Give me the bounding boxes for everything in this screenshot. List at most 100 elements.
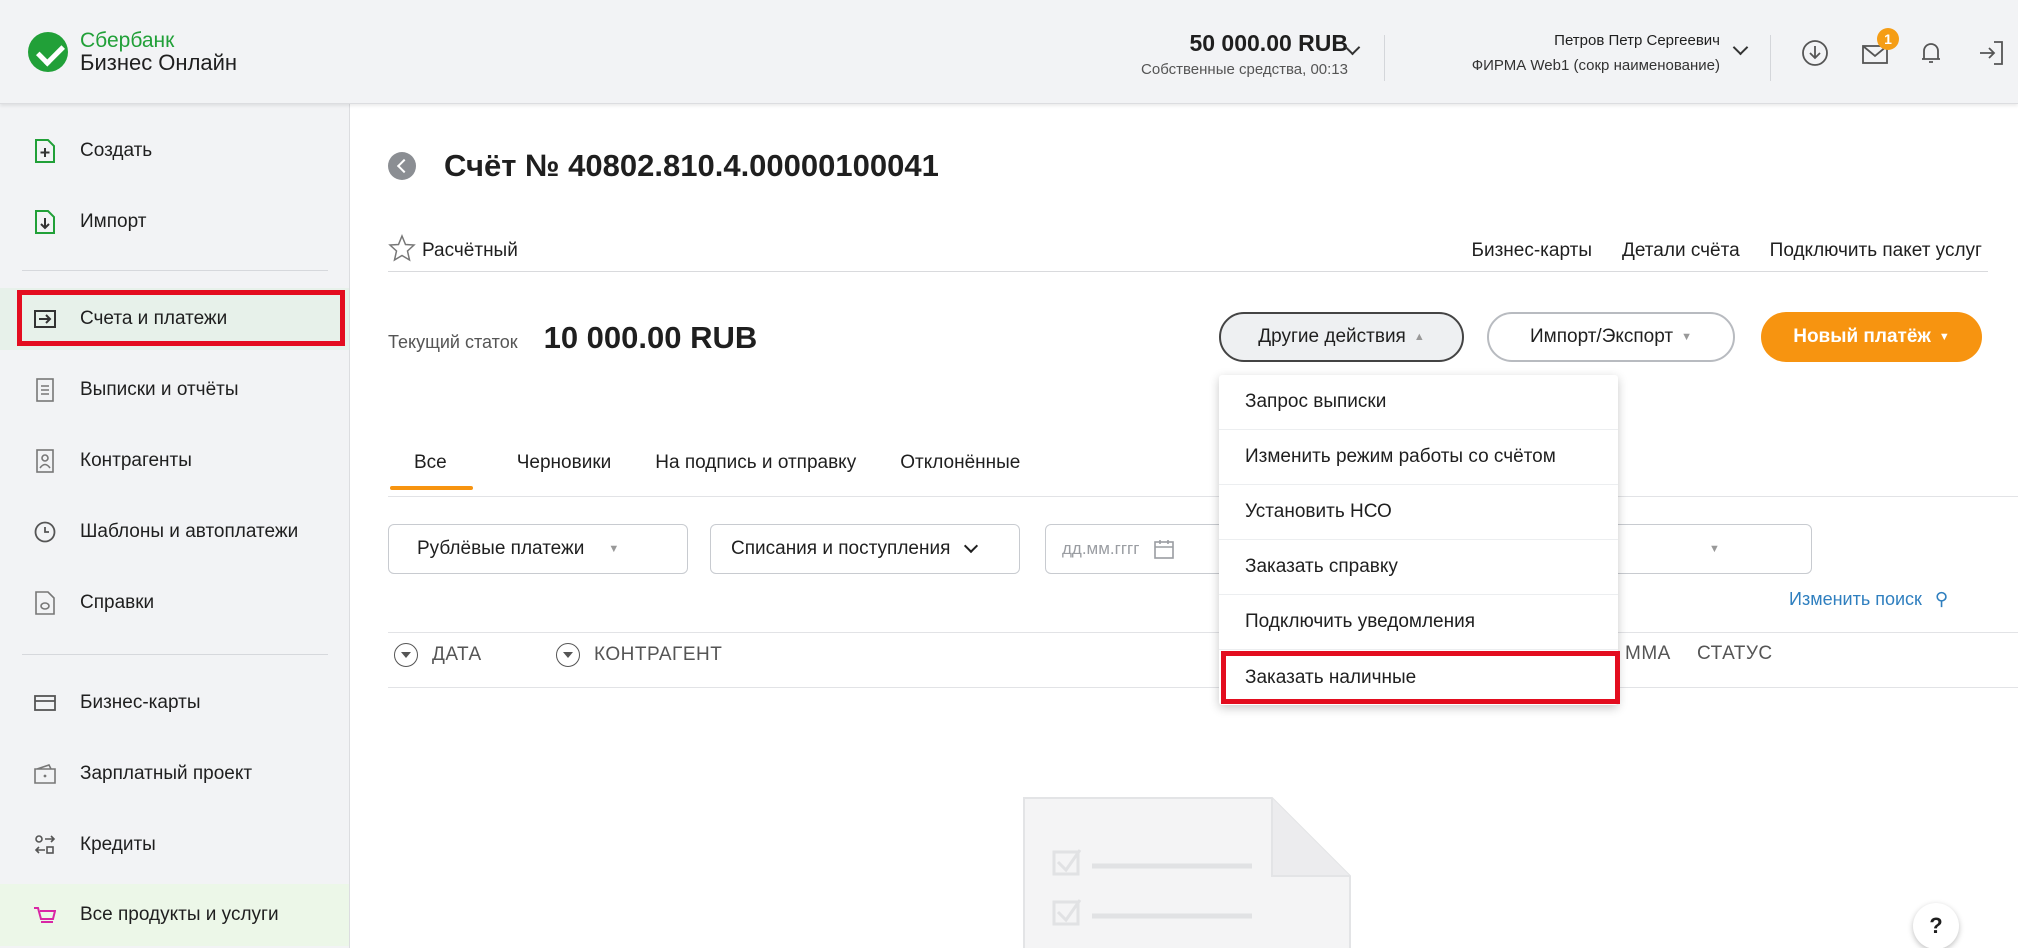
empty-document-icon <box>1023 797 1351 948</box>
sidebar-item-label: Бизнес-карты <box>80 692 201 713</box>
direction-select[interactable]: Списания и поступления <box>710 524 1020 574</box>
tab-rejected[interactable]: Отклонённые <box>900 452 1020 490</box>
sidebar-divider <box>22 654 328 655</box>
import-export-label: Импорт/Экспорт <box>1530 326 1674 347</box>
sidebar-item-label: Создать <box>80 140 153 161</box>
sidebar-item-label: Импорт <box>80 211 147 232</box>
calendar-icon[interactable] <box>1153 538 1175 560</box>
header-balance[interactable]: 50 000.00 RUB Собственные средства, 00:1… <box>1141 30 1348 78</box>
link-business-cards[interactable]: Бизнес-карты <box>1472 240 1593 262</box>
new-payment-label: Новый платёж <box>1793 326 1931 347</box>
tab-to-sign[interactable]: На подпись и отправку <box>655 452 856 490</box>
column-status[interactable]: СТАТУС <box>1697 643 1773 665</box>
user-name: Петров Петр Сергеевич <box>1554 32 1720 49</box>
payment-tabs: Все Черновики На подпись и отправку Откл… <box>390 452 1020 490</box>
payment-type-select[interactable]: Рублёвые платежи ▼ <box>388 524 688 574</box>
payment-type-value: Рублёвые платежи <box>417 538 585 559</box>
help-button[interactable]: ? <box>1913 903 1959 948</box>
sidebar-item-label: Шаблоны и автоплатежи <box>80 521 299 542</box>
column-counterparty-label: КОНТРАГЕНТ <box>594 644 723 665</box>
tab-all[interactable]: Все <box>390 452 473 490</box>
card-icon <box>34 695 56 711</box>
sidebar-item-all-products[interactable]: Все продукты и услуги <box>0 884 349 946</box>
menu-item-order-certificate[interactable]: Заказать справку <box>1219 540 1618 595</box>
menu-item-set-nso[interactable]: Установить НСО <box>1219 485 1618 540</box>
back-arrow-icon[interactable] <box>388 152 416 180</box>
clock-icon <box>34 521 56 543</box>
column-status-label: СТАТУС <box>1697 643 1773 664</box>
menu-item-connect-notifications[interactable]: Подключить уведомления <box>1219 595 1618 650</box>
account-type: Расчётный <box>422 240 518 261</box>
user-chevron-down-icon[interactable] <box>1732 39 1749 56</box>
sidebar-item-label: Кредиты <box>80 834 156 855</box>
import-export-button[interactable]: Импорт/Экспорт ▼ <box>1487 312 1735 362</box>
change-search-label: Изменить поиск <box>1789 589 1922 609</box>
direction-value: Списания и поступления <box>731 538 951 559</box>
column-sum-label: ММА <box>1625 643 1671 664</box>
column-sum[interactable]: ММА <box>1625 643 1671 665</box>
tab-drafts[interactable]: Черновики <box>517 452 612 490</box>
column-date[interactable]: ДАТА <box>394 643 482 667</box>
tabs-divider <box>388 496 2018 497</box>
table-header: ДАТА КОНТРАГЕНТ ММА СТАТУС <box>388 632 2018 688</box>
logo-product-text: Бизнес Онлайн <box>80 50 238 75</box>
sidebar-item-salary-project[interactable]: Зарплатный проект <box>0 743 349 805</box>
sidebar-item-credits[interactable]: Кредиты <box>0 814 349 876</box>
caret-down-icon: ▼ <box>1681 331 1692 343</box>
new-payment-button[interactable]: Новый платёж ▼ <box>1761 312 1982 362</box>
logo-brand-text: Сбербанк <box>80 29 175 52</box>
sidebar-item-label: Справки <box>80 592 155 613</box>
sberbank-logo-icon <box>28 32 68 72</box>
import-doc-icon <box>35 210 55 234</box>
sberbank-logo[interactable]: Сбербанк Бизнес Онлайн <box>28 30 237 74</box>
header-divider <box>1770 35 1771 81</box>
header-user-info[interactable]: Петров Петр Сергеевич ФИРМА Web1 (сокр н… <box>1472 32 1720 74</box>
account-info-row: Расчётный Бизнес-карты Детали счёта Подк… <box>388 232 1988 272</box>
sidebar-item-label: Зарплатный проект <box>80 763 253 784</box>
page-title: Счёт № 40802.810.4.00000100041 <box>444 148 939 183</box>
current-balance-value: 10 000.00 RUB <box>543 320 758 355</box>
sidebar-item-counterparties[interactable]: Контрагенты <box>0 430 349 492</box>
extra-filter-select[interactable]: ▼ <box>1600 524 1812 574</box>
header-balance-subtitle: Собственные средства, 00:13 <box>1141 61 1348 78</box>
other-actions-label: Другие действия <box>1258 326 1406 347</box>
sort-icon <box>394 643 418 667</box>
menu-item-request-statement[interactable]: Запрос выписки <box>1219 375 1618 430</box>
sidebar-item-templates[interactable]: Шаблоны и автоплатежи <box>0 501 349 563</box>
cart-icon <box>34 907 56 923</box>
chevron-down-icon <box>964 538 979 554</box>
notification-badge: 1 <box>1877 28 1899 50</box>
plus-doc-icon <box>35 139 55 163</box>
other-actions-menu: Запрос выписки Изменить режим работы со … <box>1219 375 1618 705</box>
account-links: Бизнес-карты Детали счёта Подключить пак… <box>1472 240 1983 262</box>
column-counterparty[interactable]: КОНТРАГЕНТ <box>556 643 722 667</box>
date-from-input[interactable]: дд.мм.гггг <box>1045 524 1225 574</box>
sidebar-item-statements[interactable]: Выписки и отчёты <box>0 359 349 421</box>
link-account-details[interactable]: Детали счёта <box>1622 240 1740 262</box>
caret-down-icon: ▼ <box>608 543 620 555</box>
sidebar-item-business-cards[interactable]: Бизнес-карты <box>0 672 349 734</box>
page-title-row: Счёт № 40802.810.4.00000100041 <box>388 148 939 184</box>
sidebar-item-create[interactable]: Создать <box>0 120 349 182</box>
star-icon[interactable] <box>388 234 416 262</box>
top-header: Сбербанк Бизнес Онлайн 50 000.00 RUB Соб… <box>0 0 2018 104</box>
other-actions-button[interactable]: Другие действия ▲ <box>1219 312 1464 362</box>
menu-item-change-account-mode[interactable]: Изменить режим работы со счётом <box>1219 430 1618 485</box>
caret-down-icon: ▼ <box>1938 331 1950 343</box>
sidebar-item-import[interactable]: Импорт <box>0 191 349 253</box>
link-connect-service-package[interactable]: Подключить пакет услуг <box>1770 240 1982 262</box>
logout-icon[interactable] <box>1976 38 2006 68</box>
download-cloud-icon[interactable] <box>1800 38 1830 68</box>
certificate-icon <box>35 591 55 615</box>
bell-icon[interactable] <box>1916 38 1946 68</box>
current-balance-label: Текущий статок <box>388 332 518 352</box>
change-search-link[interactable]: Изменить поиск ⚲ <box>1789 589 1948 610</box>
sidebar-divider <box>22 270 328 271</box>
date-placeholder: дд.мм.гггг <box>1062 539 1140 558</box>
sidebar-item-certificates[interactable]: Справки <box>0 572 349 634</box>
sidebar-item-label: Все продукты и услуги <box>80 904 279 925</box>
active-item-highlight <box>17 290 345 346</box>
person-card-icon <box>36 449 54 473</box>
exchange-icon <box>34 835 56 854</box>
menu-item-order-cash[interactable]: Заказать наличные <box>1219 650 1618 705</box>
